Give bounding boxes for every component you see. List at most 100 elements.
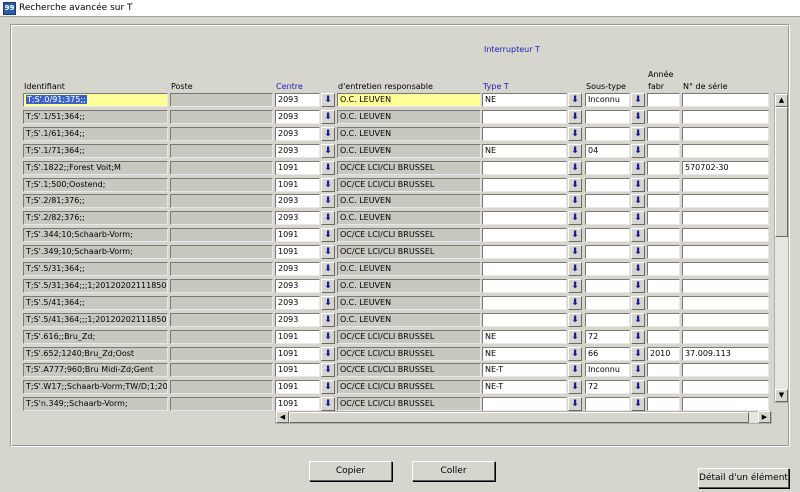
serie-cell[interactable] — [682, 228, 769, 242]
annee-cell[interactable] — [647, 262, 680, 276]
download-arrow-icon[interactable]: ⬇ — [321, 279, 335, 293]
sous-type-cell[interactable] — [585, 161, 630, 175]
entretien-cell[interactable]: O.C. LEUVEN — [337, 110, 481, 124]
download-arrow-icon[interactable]: ⬇ — [568, 380, 582, 394]
sous-type-cell[interactable]: 72 — [585, 330, 630, 344]
identifiant-cell[interactable]: T;S'.5/31;364;;;1;20120202111850 — [23, 279, 168, 293]
coller-button[interactable]: Coller — [412, 461, 495, 481]
sous-type-cell[interactable] — [585, 296, 630, 310]
download-arrow-icon[interactable]: ⬇ — [321, 330, 335, 344]
download-arrow-icon[interactable]: ⬇ — [631, 161, 645, 175]
centre-cell[interactable]: 2093 — [275, 194, 320, 208]
serie-cell[interactable]: 37.009.113 — [682, 347, 769, 361]
download-arrow-icon[interactable]: ⬇ — [568, 330, 582, 344]
type-cell[interactable] — [482, 161, 567, 175]
centre-cell[interactable]: 2093 — [275, 296, 320, 310]
annee-cell[interactable] — [647, 144, 680, 158]
download-arrow-icon[interactable]: ⬇ — [321, 127, 335, 141]
annee-cell[interactable] — [647, 178, 680, 192]
entretien-cell[interactable]: O.C. LEUVEN — [337, 262, 481, 276]
annee-cell[interactable] — [647, 330, 680, 344]
serie-cell[interactable] — [682, 93, 769, 107]
horizontal-scroll-thumb[interactable] — [289, 412, 749, 423]
serie-cell[interactable] — [682, 127, 769, 141]
download-arrow-icon[interactable]: ⬇ — [631, 313, 645, 327]
sous-type-cell[interactable] — [585, 228, 630, 242]
annee-cell[interactable] — [647, 93, 680, 107]
entretien-cell[interactable]: OC/CE LCI/CLI BRUSSEL — [337, 347, 481, 361]
identifiant-cell[interactable]: T;S'.W17;;Schaarb-Vorm;TW/D;1;201 — [23, 380, 168, 394]
identifiant-cell[interactable]: T;S'.652;1240;Bru_Zd;Oost — [23, 347, 168, 361]
type-cell[interactable]: NE — [482, 144, 567, 158]
download-arrow-icon[interactable]: ⬇ — [568, 228, 582, 242]
type-cell[interactable] — [482, 296, 567, 310]
poste-cell[interactable] — [170, 161, 273, 175]
download-arrow-icon[interactable]: ⬇ — [568, 363, 582, 377]
identifiant-cell[interactable]: T;S'.349;10;Schaarb-Vorm; — [23, 245, 168, 259]
download-arrow-icon[interactable]: ⬇ — [568, 279, 582, 293]
type-cell[interactable] — [482, 194, 567, 208]
serie-cell[interactable] — [682, 194, 769, 208]
identifiant-cell[interactable]: T;S'n.349;;Schaarb-Vorm; — [23, 397, 168, 411]
serie-cell[interactable] — [682, 262, 769, 276]
download-arrow-icon[interactable]: ⬇ — [631, 211, 645, 225]
serie-cell[interactable] — [682, 178, 769, 192]
centre-cell[interactable]: 1091 — [275, 161, 320, 175]
type-cell[interactable]: NE — [482, 330, 567, 344]
vertical-scrollbar[interactable]: ▲ ▼ — [774, 93, 789, 403]
centre-cell[interactable]: 2093 — [275, 93, 320, 107]
identifiant-cell[interactable]: T;S'.1;500;Oostend; — [23, 178, 168, 192]
poste-cell[interactable] — [170, 296, 273, 310]
entretien-cell[interactable]: O.C. LEUVEN — [337, 144, 481, 158]
type-cell[interactable] — [482, 127, 567, 141]
annee-cell[interactable] — [647, 228, 680, 242]
centre-cell[interactable]: 2093 — [275, 144, 320, 158]
sous-type-cell[interactable] — [585, 262, 630, 276]
serie-cell[interactable] — [682, 245, 769, 259]
sous-type-cell[interactable]: Inconnu — [585, 363, 630, 377]
serie-cell[interactable] — [682, 313, 769, 327]
annee-cell[interactable] — [647, 296, 680, 310]
identifiant-cell[interactable]: T;S'.2/82;376;; — [23, 211, 168, 225]
annee-cell[interactable] — [647, 380, 680, 394]
download-arrow-icon[interactable]: ⬇ — [568, 245, 582, 259]
poste-cell[interactable] — [170, 380, 273, 394]
type-cell[interactable] — [482, 228, 567, 242]
identifiant-cell[interactable]: T;S'.A777;960;Bru Midi-Zd;Gent — [23, 363, 168, 377]
vertical-scroll-thumb[interactable] — [775, 107, 788, 237]
sous-type-cell[interactable] — [585, 245, 630, 259]
annee-cell[interactable] — [647, 245, 680, 259]
poste-cell[interactable] — [170, 144, 273, 158]
poste-cell[interactable] — [170, 194, 273, 208]
download-arrow-icon[interactable]: ⬇ — [631, 228, 645, 242]
download-arrow-icon[interactable]: ⬇ — [631, 262, 645, 276]
identifiant-cell[interactable]: T;S'.5/41;364;;;1;20120202111850 — [23, 313, 168, 327]
poste-cell[interactable] — [170, 228, 273, 242]
sous-type-cell[interactable] — [585, 127, 630, 141]
identifiant-cell[interactable]: T;S'.616;;Bru_Zd; — [23, 330, 168, 344]
poste-cell[interactable] — [170, 110, 273, 124]
poste-cell[interactable] — [170, 397, 273, 411]
serie-cell[interactable] — [682, 363, 769, 377]
annee-cell[interactable] — [647, 397, 680, 411]
entretien-cell[interactable]: O.C. LEUVEN — [337, 313, 481, 327]
download-arrow-icon[interactable]: ⬇ — [321, 313, 335, 327]
identifiant-cell[interactable]: T;S'.1822;;Forest Voit;M — [23, 161, 168, 175]
download-arrow-icon[interactable]: ⬇ — [321, 245, 335, 259]
download-arrow-icon[interactable]: ⬇ — [568, 262, 582, 276]
centre-cell[interactable]: 2093 — [275, 279, 320, 293]
serie-cell[interactable]: 570702-30 — [682, 161, 769, 175]
download-arrow-icon[interactable]: ⬇ — [568, 211, 582, 225]
identifiant-cell[interactable]: T;S'.5/31;364;; — [23, 262, 168, 276]
identifiant-cell[interactable]: T;S'.2/81;376;; — [23, 194, 168, 208]
download-arrow-icon[interactable]: ⬇ — [631, 397, 645, 411]
sous-type-cell[interactable] — [585, 110, 630, 124]
sous-type-cell[interactable]: 72 — [585, 380, 630, 394]
download-arrow-icon[interactable]: ⬇ — [321, 347, 335, 361]
download-arrow-icon[interactable]: ⬇ — [321, 228, 335, 242]
download-arrow-icon[interactable]: ⬇ — [321, 262, 335, 276]
poste-cell[interactable] — [170, 363, 273, 377]
poste-cell[interactable] — [170, 245, 273, 259]
download-arrow-icon[interactable]: ⬇ — [321, 211, 335, 225]
annee-cell[interactable] — [647, 279, 680, 293]
